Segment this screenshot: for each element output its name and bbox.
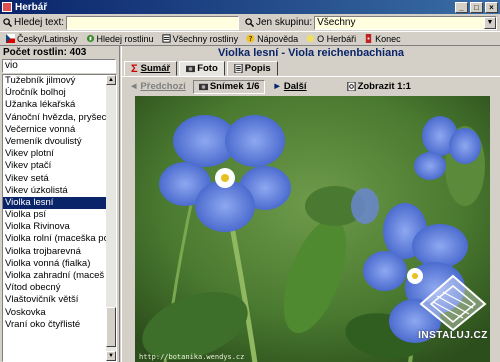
maximize-button[interactable]: □ (470, 1, 483, 13)
toolbar-exit-label: Konec (375, 33, 401, 44)
camera-icon (186, 65, 196, 73)
minimize-button[interactable]: _ (455, 1, 468, 13)
toolbar-all-plants-label: Všechny rostliny (172, 33, 239, 44)
toolbar-help-button[interactable]: ? Nápověda (242, 32, 302, 45)
svg-text:?: ? (249, 34, 253, 43)
exit-icon (365, 34, 372, 43)
list-item[interactable]: Violka trojbarevná (3, 246, 107, 258)
scroll-down-icon[interactable]: ▼ (106, 351, 116, 361)
zoom-document-icon (347, 82, 356, 91)
toolbar: Česky/Latinsky Hledej rostlinu Všechny r… (0, 31, 500, 46)
title-bar: Herbář _ □ × (0, 0, 500, 14)
list-item[interactable]: Violka psí (3, 209, 107, 221)
all-plants-icon (162, 34, 171, 43)
toolbar-about-button[interactable]: O Herbáři (302, 32, 360, 45)
list-item[interactable]: Vikev ptačí (3, 160, 107, 172)
toolbar-all-plants-button[interactable]: Všechny rostliny (158, 32, 243, 45)
camera-icon (198, 83, 208, 91)
about-icon (307, 34, 315, 43)
instaluj-logo: INSTALUJ.CZ (413, 274, 493, 348)
group-select-value: Všechny (317, 17, 356, 28)
next-photo-label: Další (283, 81, 307, 92)
list-scrollbar[interactable]: ▲ ▼ (106, 75, 116, 361)
list-item[interactable]: Violka vonná (fialka) (3, 258, 107, 270)
group-label: Jen skupinu: (255, 17, 313, 28)
search-plant-icon (86, 34, 94, 43)
tab-description-label: Popis (244, 63, 271, 74)
search-icon (3, 18, 12, 27)
list-item[interactable]: Vraní oko čtyřlisté (3, 319, 107, 331)
list-item[interactable]: Vikev setá (3, 173, 107, 185)
list-item[interactable]: Vikev plotní (3, 148, 107, 160)
arrow-right-icon: ► (272, 81, 282, 92)
zoom-button[interactable]: Zobrazit 1:1 (342, 80, 416, 94)
list-filter-input[interactable]: vio (2, 59, 116, 73)
plant-title: Violka lesní - Viola reichenbachiana (217, 47, 405, 59)
toolbar-language-label: Česky/Latinsky (17, 33, 78, 44)
list-item[interactable]: Vítod obecný (3, 282, 107, 294)
chevron-down-icon[interactable]: ▼ (484, 16, 496, 29)
plant-count: Počet rostlin: 403 (3, 47, 87, 58)
search-text-label: Hledej text: (14, 17, 65, 28)
plant-list-items: Tužebník jilmový Úročník bolhoj Užanka lék… (3, 75, 107, 331)
list-item[interactable]: Vemeník dvoulistý (3, 136, 107, 148)
tab-summary[interactable]: Σ Sumář (124, 61, 178, 76)
photo-watermark: http://botanika.wendys.cz (139, 353, 245, 361)
search-text-input[interactable] (66, 15, 239, 30)
document-icon (234, 64, 243, 73)
toolbar-help-label: Nápověda (257, 33, 299, 44)
list-item[interactable]: Violka zahradní (maceš (3, 270, 107, 282)
window-title: Herbář (15, 1, 48, 13)
list-item[interactable]: Úročník bolhoj (3, 87, 107, 99)
list-item[interactable]: Užanka lékařská (3, 99, 107, 111)
filter-icon (245, 18, 254, 27)
plant-list-panel: Počet rostlin: 403 vio Tužebník jilmový Ú… (0, 46, 119, 362)
list-item[interactable]: Tužebník jilmový (3, 75, 107, 87)
scroll-up-icon[interactable]: ▲ (106, 75, 116, 85)
list-item[interactable]: Vikev úzkolistá (3, 185, 107, 197)
toolbar-about-label: O Herbáři (317, 33, 357, 44)
list-item[interactable]: Violka rolní (maceška pol (3, 233, 107, 245)
list-item[interactable]: Violka Rivinova (3, 221, 107, 233)
photo-counter: Snímek 1/6 (192, 79, 266, 94)
scroll-thumb[interactable] (106, 307, 116, 347)
toolbar-search-plant-button[interactable]: Hledej rostlinu (82, 32, 158, 45)
close-button[interactable]: × (485, 1, 498, 13)
group-label-group: Jen skupinu: (245, 17, 312, 28)
language-icon (6, 34, 15, 43)
group-select[interactable]: Všechny ▼ (314, 15, 497, 30)
logo-text: INSTALUJ.CZ (418, 330, 488, 341)
photo-nav-bar: ◄ Předchozí Snímek 1/6 ► Další Zobrazit … (124, 79, 498, 94)
plant-list[interactable]: Tužebník jilmový Úročník bolhoj Užanka lék… (2, 74, 117, 362)
toolbar-search-plant-label: Hledej rostlinu (96, 33, 154, 44)
zoom-label: Zobrazit 1:1 (357, 81, 411, 92)
arrow-left-icon: ◄ (129, 81, 139, 92)
list-item[interactable]: Večernice vonná (3, 124, 107, 136)
search-bar: Hledej text: Jen skupinu: Všechny ▼ (0, 14, 500, 31)
list-item[interactable]: Vánoční hvězda, pryšec ( (3, 112, 107, 124)
photo-counter-label: Snímek 1/6 (209, 81, 260, 92)
toolbar-exit-button[interactable]: Konec (360, 32, 405, 45)
app-icon (2, 2, 12, 12)
search-text-label-group: Hledej text: (3, 17, 64, 28)
tab-description[interactable]: Popis (226, 61, 278, 76)
list-item[interactable]: Voskovka (3, 307, 107, 319)
tab-summary-label: Sumář (140, 63, 171, 74)
list-item[interactable]: Vlaštovičník větší (3, 294, 107, 306)
sigma-icon: Σ (131, 62, 138, 75)
prev-photo-button[interactable]: ◄ Předchozí (124, 80, 191, 94)
help-icon: ? (246, 34, 255, 43)
tab-photo[interactable]: Foto (179, 61, 225, 76)
detail-tabs: Σ Sumář Foto Popis (122, 61, 500, 76)
list-item[interactable]: Violka lesní (3, 196, 107, 210)
next-photo-button[interactable]: ► Další (267, 80, 311, 94)
prev-photo-label: Předchozí (140, 81, 186, 92)
tab-photo-label: Foto (197, 63, 218, 74)
toolbar-language-button[interactable]: Česky/Latinsky (2, 32, 82, 45)
logo-diamond-icon (419, 274, 487, 332)
